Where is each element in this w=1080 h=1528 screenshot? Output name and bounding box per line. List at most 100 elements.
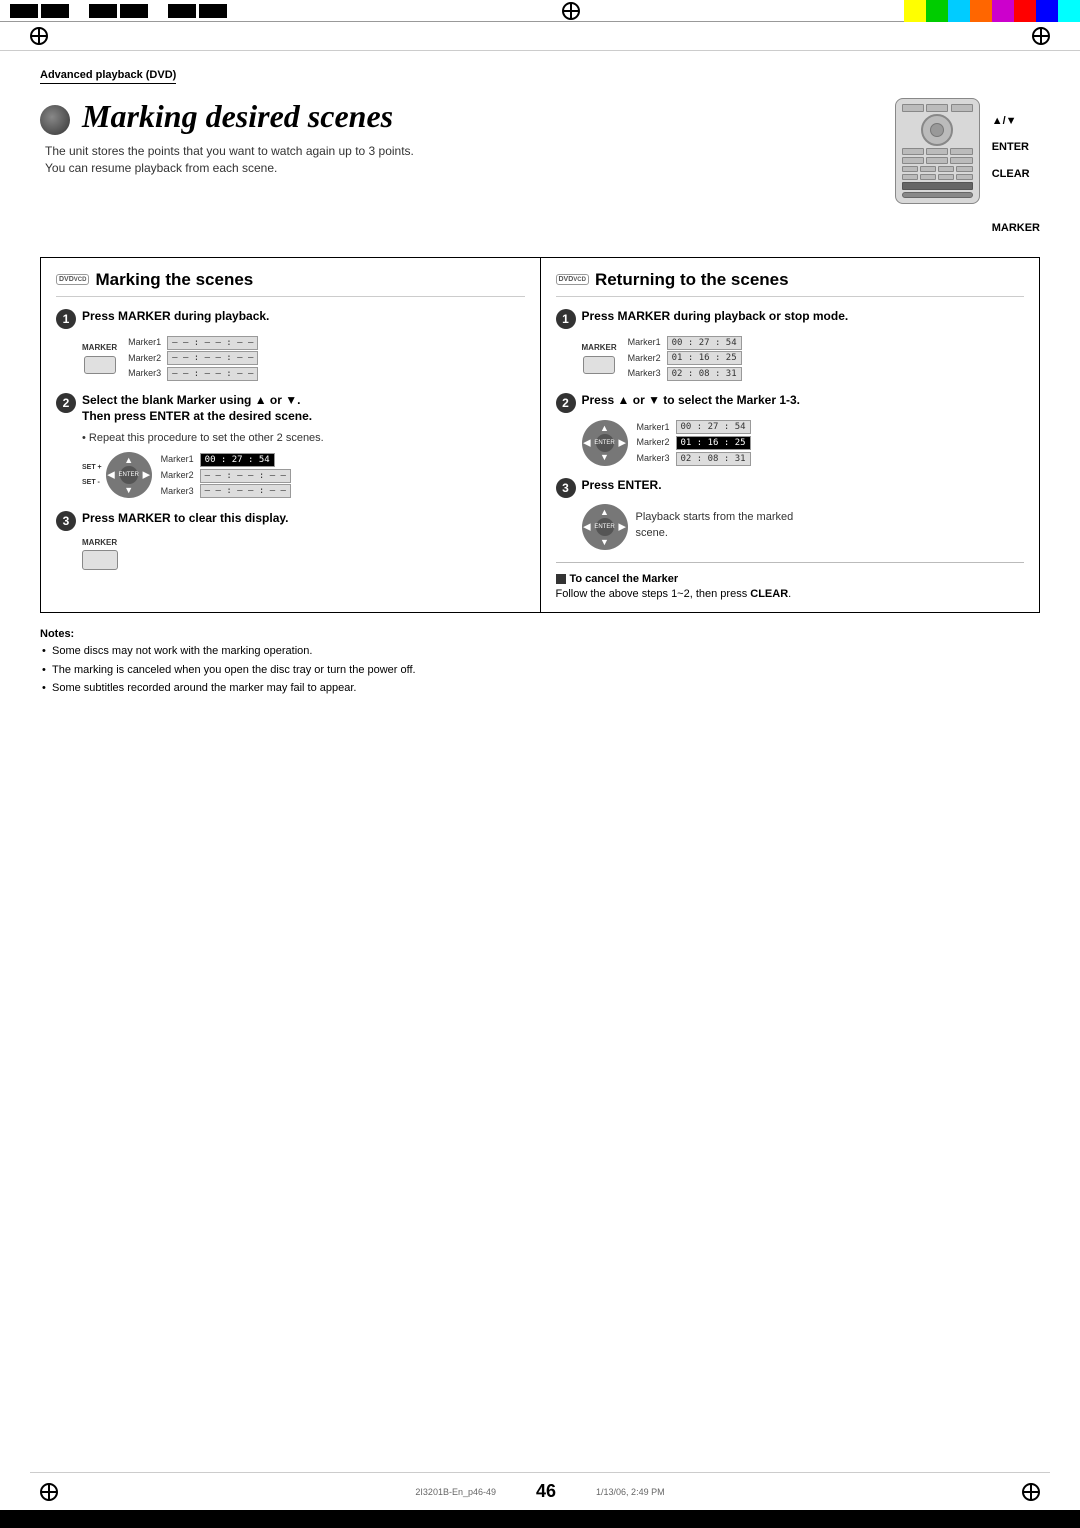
cancel-text: Follow the above steps 1~2, then press C…	[556, 588, 1025, 600]
marker-button-area-1: MARKER	[82, 342, 117, 373]
color-test-strip	[904, 0, 1080, 22]
dvd-vcd-badge-right: DVD VCD	[556, 274, 589, 285]
ret-enter-area: ▲ ▼ ◀ ▶ ENTER Playback starts from the m…	[582, 504, 1025, 550]
ret-ctrl-circle: ▲ ▼ ◀ ▶ ENTER	[582, 420, 628, 466]
ret-ctrl-left: ◀	[584, 436, 591, 449]
step-3-body: MARKER	[82, 537, 525, 570]
ret-enter-circle: ▲ ▼ ◀ ▶ ENTER	[582, 504, 628, 550]
marking-step-2: 2 Select the blank Marker using ▲ or ▼. …	[56, 393, 525, 498]
marker-display-1: MARKER Marker1— — : — — : — — Marker2— —…	[82, 335, 525, 382]
color-orange	[970, 0, 992, 22]
ctrl-and-marker: SET + SET - ▲ ▼ ◀ ▶ ENTER	[82, 452, 525, 499]
dvd-vcd-badge-left: DVD VCD	[56, 274, 89, 285]
ret-ctrl-down: ▼	[600, 451, 609, 464]
square-bullet	[556, 574, 566, 584]
black-block-1	[10, 4, 38, 18]
ret-enter-pad: ▲ ▼ ◀ ▶ ENTER	[582, 504, 628, 550]
marker-btn-3	[82, 550, 118, 570]
color-green	[926, 0, 948, 22]
step-number-2: 2	[56, 393, 76, 413]
footer: 2I3201B-En_p46-49 46 1/13/06, 2:49 PM	[0, 1473, 1080, 1510]
reg-mark-bottom-left	[40, 1483, 58, 1501]
ret-step-3-body: ▲ ▼ ◀ ▶ ENTER Playback starts from the m…	[582, 504, 1025, 550]
returning-section: DVD VCD Returning to the scenes 1 Press …	[541, 258, 1040, 613]
ctrl-left: ◀	[108, 469, 115, 482]
color-magenta	[992, 0, 1014, 22]
ret-ctrl-and-marker: ▲ ▼ ◀ ▶ ENTER Marker100 : 27 : 54 Marker…	[582, 419, 1025, 466]
reg-mark-left	[30, 27, 48, 45]
marking-step-1: 1 Press MARKER during playback. MARKER M…	[56, 309, 525, 382]
reg-row	[0, 22, 1080, 51]
color-blue	[1036, 0, 1058, 22]
ret-marker-table-2: Marker100 : 27 : 54 Marker201 : 16 : 25 …	[634, 419, 754, 466]
center-reg	[237, 2, 904, 20]
note-1: Some discs may not work with the marking…	[40, 644, 1040, 659]
marking-section: DVD VCD Marking the scenes 1 Press MARKE…	[41, 258, 541, 613]
bottom-black	[0, 1510, 1080, 1528]
color-red	[1014, 0, 1036, 22]
black-block-5	[168, 4, 196, 18]
ctrl-circle: ▲ ▼ ◀ ▶ ENTER	[106, 452, 152, 498]
remote-area: ▲/▼ ENTER CLEAR MARKER	[895, 98, 1040, 242]
ctrl-pad-outer: ▲ ▼ ◀ ▶ ENTER	[106, 452, 152, 498]
returning-step-3: 3 Press ENTER. ▲ ▼ ◀ ▶ ENTER	[556, 478, 1025, 550]
bottom-area: 2I3201B-En_p46-49 46 1/13/06, 2:49 PM	[0, 1472, 1080, 1528]
ctrl-up: ▲	[124, 454, 133, 467]
set-labels: SET + SET -	[82, 463, 102, 489]
ret-marker-table-1: Marker100 : 27 : 54 Marker201 : 16 : 25 …	[625, 335, 745, 382]
title-icon	[40, 105, 70, 135]
cancel-title: To cancel the Marker	[556, 573, 1025, 585]
gap-block	[72, 4, 86, 18]
returning-step-1: 1 Press MARKER during playback or stop m…	[556, 309, 1025, 382]
reg-mark-right	[1032, 27, 1050, 45]
marking-title: DVD VCD Marking the scenes	[56, 270, 525, 297]
ret-marker-btn-1	[583, 356, 615, 374]
remote-illustration	[895, 98, 980, 204]
title-left: Marking desired scenes The unit stores t…	[40, 98, 875, 177]
footer-right: 1/13/06, 2:49 PM	[596, 1487, 665, 1497]
cancel-divider	[556, 562, 1025, 563]
ret-marker-display-1: MARKER Marker100 : 27 : 54 Marker201 : 1…	[582, 335, 1025, 382]
ctrl-down: ▼	[124, 484, 133, 497]
ret-step-3-note: Playback starts from the marked scene.	[636, 510, 794, 541]
page-content: Advanced playback (DVD) Marking desired …	[0, 51, 1080, 719]
color-cyan2	[1058, 0, 1080, 22]
black-block-2	[41, 4, 69, 18]
main-sections: DVD VCD Marking the scenes 1 Press MARKE…	[40, 257, 1040, 614]
black-block-4	[120, 4, 148, 18]
marker-table-2: Marker100 : 27 : 54 Marker2— — : — — : —…	[158, 452, 294, 499]
bottom-color-strip	[0, 1510, 1080, 1528]
ret-step-num-2: 2	[556, 393, 576, 413]
top-strip	[0, 0, 1080, 22]
marker-table-1: Marker1— — : — — : — — Marker2— — : — — …	[125, 335, 261, 382]
remote-labels: ▲/▼ ENTER CLEAR MARKER	[992, 108, 1040, 242]
ret-ctrl-up: ▲	[600, 422, 609, 435]
ret-ctrl-center: ENTER	[596, 434, 614, 452]
ret-step-num-3: 3	[556, 478, 576, 498]
ret-ctrl-right: ▶	[619, 436, 626, 449]
color-cyan	[948, 0, 970, 22]
black-block-3	[89, 4, 117, 18]
footer-text-area: 2I3201B-En_p46-49 46 1/13/06, 2:49 PM	[415, 1481, 664, 1502]
marker-btn-1	[84, 356, 116, 374]
page-number: 46	[536, 1481, 556, 1502]
color-yellow	[904, 0, 926, 22]
gap-block-2	[151, 4, 165, 18]
ret-enter-btn: ENTER	[596, 518, 614, 536]
footer-left: 2I3201B-En_p46-49	[415, 1487, 496, 1497]
marker-button-area-3: MARKER	[82, 537, 525, 570]
title-area: Marking desired scenes The unit stores t…	[40, 98, 1040, 242]
ret-step-1-body: MARKER Marker100 : 27 : 54 Marker201 : 1…	[582, 335, 1025, 382]
note-3: Some subtitles recorded around the marke…	[40, 681, 1040, 696]
subtitle: The unit stores the points that you want…	[45, 143, 875, 177]
notes-title: Notes:	[40, 628, 1040, 640]
ret-ctrl-pad: ▲ ▼ ◀ ▶ ENTER	[582, 420, 628, 466]
reg-mark-top	[562, 2, 580, 20]
ret-step-num-1: 1	[556, 309, 576, 329]
ret-step-2-body: ▲ ▼ ◀ ▶ ENTER Marker100 : 27 : 54 Marker…	[582, 419, 1025, 466]
section-header: Advanced playback (DVD)	[40, 69, 176, 84]
step-number-3: 3	[56, 511, 76, 531]
notes-section: Notes: Some discs may not work with the …	[40, 628, 1040, 696]
cancel-section: To cancel the Marker Follow the above st…	[556, 573, 1025, 600]
ret-marker-btn-area-1: MARKER	[582, 342, 617, 373]
